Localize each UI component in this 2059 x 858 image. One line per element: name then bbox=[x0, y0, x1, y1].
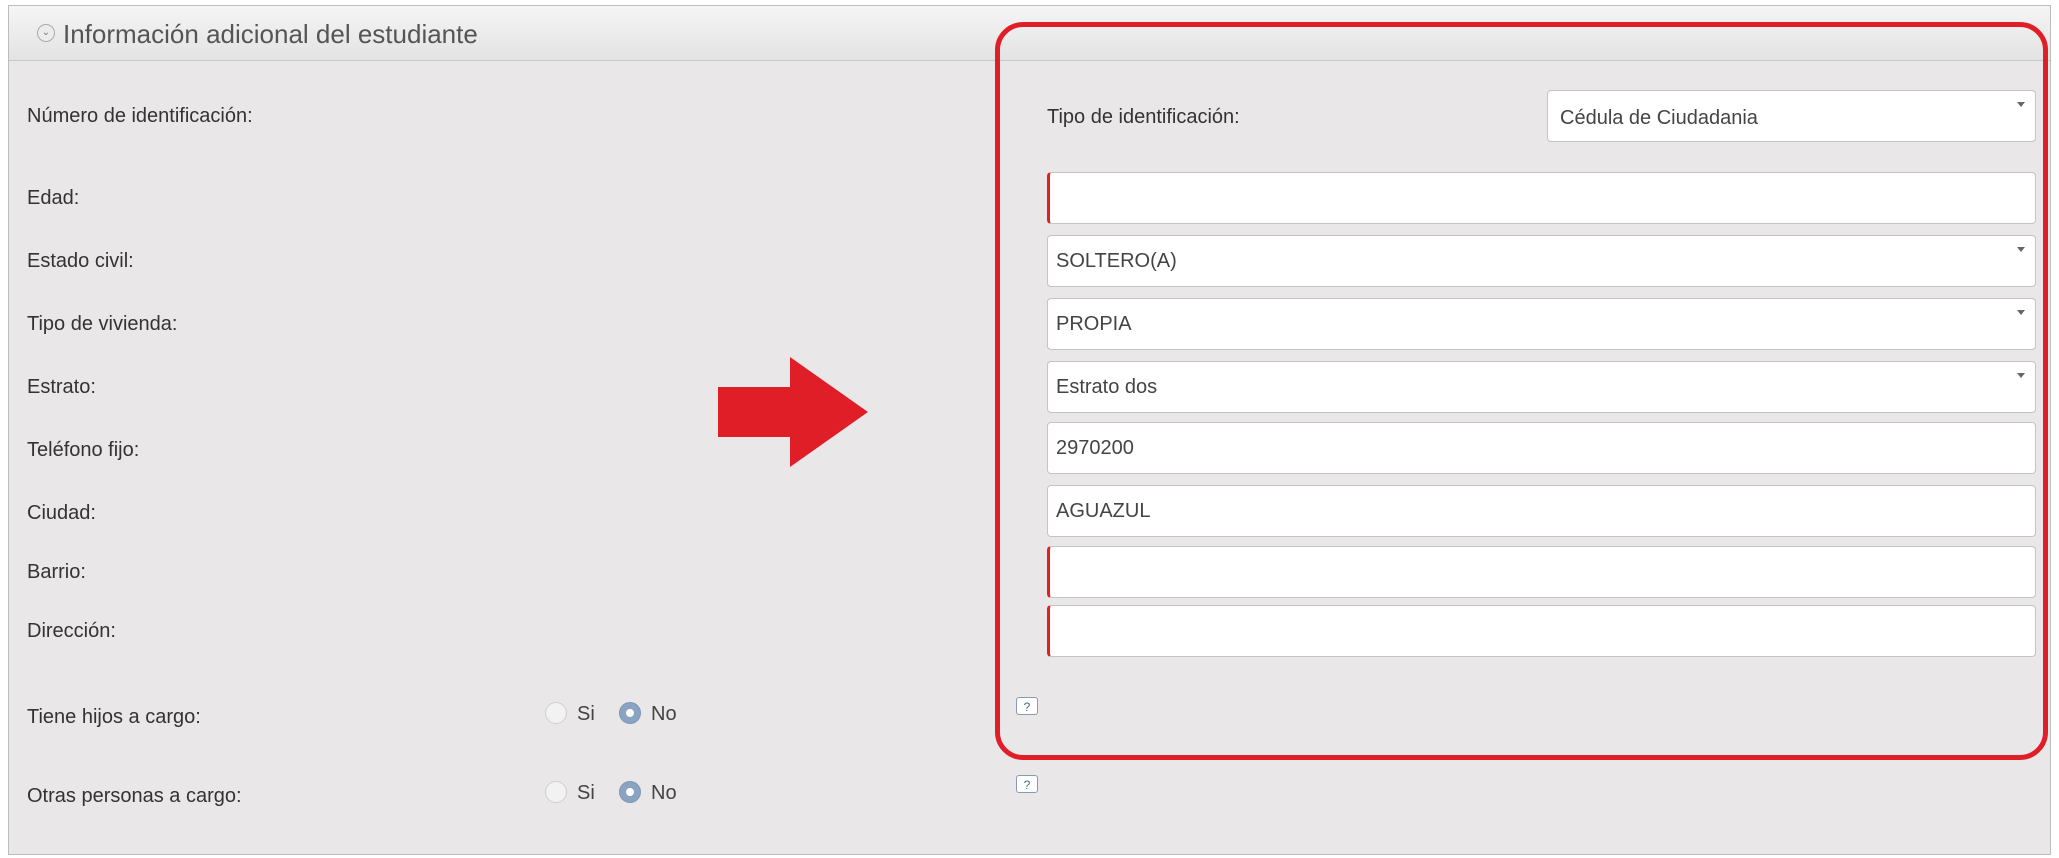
label-numero-identificacion: Número de identificación: bbox=[27, 105, 253, 127]
radio-hijos-si-label: Si bbox=[577, 703, 595, 725]
label-edad: Edad: bbox=[27, 187, 80, 209]
radio-otras-no-label: No bbox=[651, 782, 677, 804]
label-ciudad: Ciudad: bbox=[27, 502, 96, 524]
radio-hijos-no[interactable] bbox=[619, 702, 641, 724]
label-estrato: Estrato: bbox=[27, 376, 96, 398]
radio-hijos-si[interactable] bbox=[545, 702, 567, 724]
label-telefono-fijo: Teléfono fijo: bbox=[27, 439, 140, 461]
panel-title: Información adicional del estudiante bbox=[63, 19, 478, 49]
radio-hijos-no-label: No bbox=[651, 703, 677, 725]
label-estado-civil: Estado civil: bbox=[27, 250, 134, 272]
help-icon[interactable]: ? bbox=[1016, 775, 1038, 793]
label-tiene-hijos: Tiene hijos a cargo: bbox=[27, 706, 201, 728]
highlight-annotation bbox=[995, 22, 2048, 760]
label-direccion: Dirección: bbox=[27, 620, 116, 642]
radio-otras-si-label: Si bbox=[577, 782, 595, 804]
radio-otras-si[interactable] bbox=[545, 781, 567, 803]
chevron-down-icon[interactable]: ⌄ bbox=[37, 24, 55, 42]
radio-otras-no[interactable] bbox=[619, 781, 641, 803]
red-arrow-icon bbox=[718, 357, 868, 467]
label-otras-personas: Otras personas a cargo: bbox=[27, 785, 242, 807]
label-tipo-vivienda: Tipo de vivienda: bbox=[27, 313, 178, 335]
label-barrio: Barrio: bbox=[27, 561, 86, 583]
